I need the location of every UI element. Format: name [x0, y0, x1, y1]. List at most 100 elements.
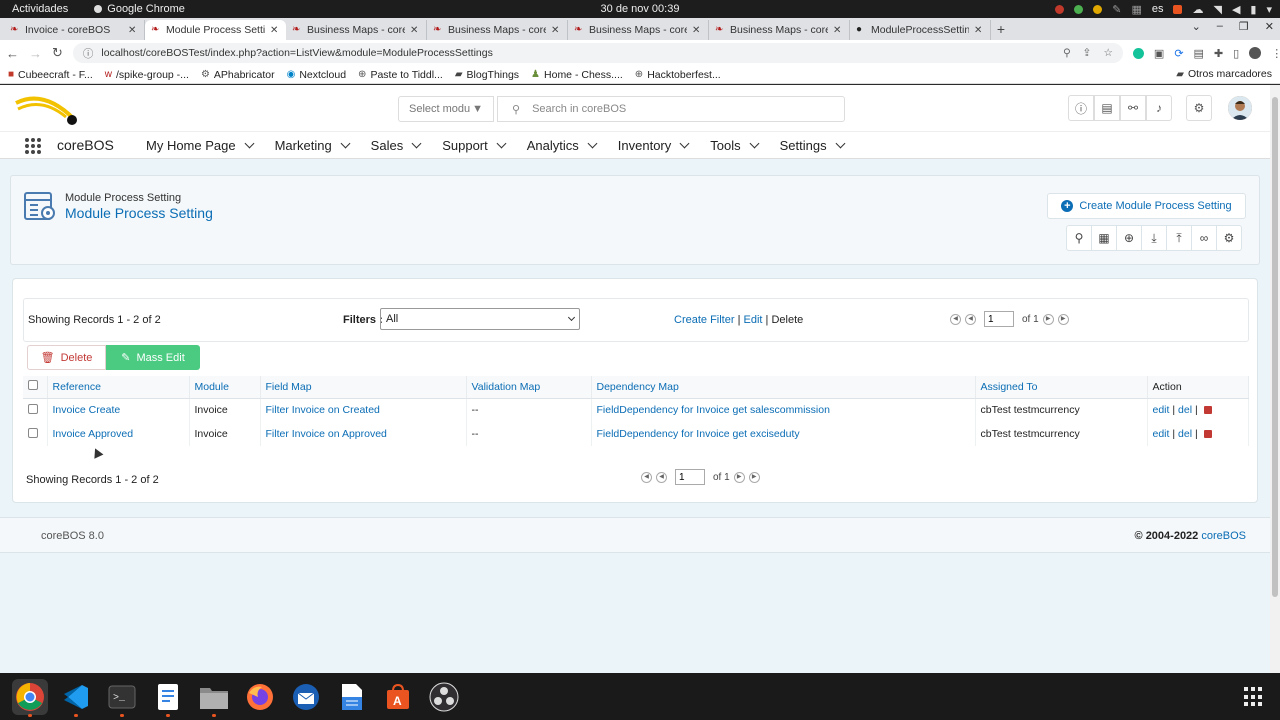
- dock-chrome[interactable]: [12, 678, 48, 717]
- globe-icon[interactable]: ⊕: [1116, 225, 1142, 251]
- prev-page-icon[interactable]: ◀: [656, 471, 667, 483]
- next-page-icon[interactable]: ▶: [733, 471, 745, 483]
- activities-button[interactable]: Actividades: [0, 3, 80, 15]
- volume-icon[interactable]: ◀: [1232, 3, 1240, 16]
- bookmark-item[interactable]: ▰ BlogThings: [455, 69, 519, 81]
- bookmark-item[interactable]: ⊕ Paste to Tiddl...: [358, 69, 443, 81]
- system-tray[interactable]: ✎ ▦ es ☁ ◥ ◀ ▮ ▾: [1055, 0, 1272, 18]
- dock-software-center[interactable]: A: [380, 679, 416, 715]
- link-icon[interactable]: ⚯: [1120, 95, 1146, 121]
- extension-icon-2[interactable]: ⟳: [1174, 47, 1183, 60]
- delete-button[interactable]: 🗑 Delete: [27, 345, 106, 370]
- share-icon[interactable]: ⇪: [1083, 47, 1092, 59]
- active-app-menu[interactable]: Google Chrome: [94, 3, 185, 15]
- column-reference[interactable]: Reference: [47, 376, 190, 399]
- calendar-icon[interactable]: ▦: [1091, 225, 1117, 251]
- dock-libreoffice-writer[interactable]: [334, 679, 370, 715]
- upload-icon[interactable]: ⤒: [1166, 225, 1192, 251]
- page-title[interactable]: Module Process Setting: [65, 205, 213, 221]
- search-icon[interactable]: ⚲: [1066, 225, 1092, 251]
- close-tab-icon[interactable]: ✕: [833, 25, 843, 36]
- extension-icon-1[interactable]: ▣: [1154, 47, 1164, 60]
- browser-tab-5[interactable]: ❧ Business Maps - core ✕: [709, 20, 850, 40]
- app-launcher-icon[interactable]: [25, 138, 41, 154]
- forward-icon[interactable]: →: [29, 46, 42, 61]
- settings-gear-icon[interactable]: ⚙: [1186, 95, 1212, 121]
- corebos-link[interactable]: coreBOS: [1201, 530, 1246, 542]
- close-tab-icon[interactable]: ✕: [692, 25, 702, 36]
- user-avatar[interactable]: [1228, 96, 1252, 120]
- last-page-icon[interactable]: ▶: [1057, 313, 1069, 325]
- nav-analytics[interactable]: Analytics: [527, 138, 598, 153]
- bookmark-star-icon[interactable]: ☆: [1103, 47, 1112, 59]
- delete-filter-link[interactable]: Delete: [771, 314, 803, 326]
- reference-link[interactable]: Invoice Approved: [53, 428, 134, 440]
- tray-app-icon[interactable]: [1055, 4, 1065, 14]
- create-module-process-setting-button[interactable]: + Create Module Process Setting: [1047, 193, 1246, 219]
- edit-filter-link[interactable]: Edit: [744, 314, 763, 326]
- browser-menu-icon[interactable]: ⋮: [1271, 47, 1280, 60]
- reload-icon[interactable]: ↻: [52, 45, 63, 61]
- create-filter-link[interactable]: Create Filter: [674, 314, 735, 326]
- row-checkbox[interactable]: [28, 427, 38, 438]
- dock-terminal[interactable]: >_: [104, 679, 140, 717]
- tray-update-icon[interactable]: [1173, 4, 1183, 14]
- corebos-logo[interactable]: [14, 91, 80, 127]
- nav-inventory[interactable]: Inventory: [618, 138, 690, 153]
- field-map-link[interactable]: Filter Invoice on Approved: [266, 428, 387, 440]
- new-tab-button[interactable]: +: [991, 20, 1011, 40]
- dock-firefox[interactable]: [242, 679, 278, 715]
- site-info-icon[interactable]: ⓘ: [83, 46, 94, 61]
- page-scrollbar[interactable]: [1270, 85, 1280, 673]
- bookmark-item[interactable]: w/spike-group -...: [105, 69, 189, 81]
- lock-icon[interactable]: [1203, 430, 1212, 438]
- info-icon[interactable]: ⓘ: [1068, 95, 1094, 121]
- column-field-map[interactable]: Field Map: [260, 376, 467, 399]
- browser-tab-6[interactable]: ● ModuleProcessSettin ✕: [850, 20, 991, 40]
- next-page-icon[interactable]: ▶: [1042, 313, 1054, 325]
- nav-tools[interactable]: Tools: [710, 138, 760, 153]
- first-page-icon[interactable]: ◀: [950, 313, 961, 325]
- dock-text-editor[interactable]: [150, 679, 186, 717]
- bookmark-item[interactable]: ♟ Home - Chess....: [531, 69, 623, 81]
- bell-icon[interactable]: ♪: [1146, 95, 1172, 121]
- close-tab-icon[interactable]: ✕: [410, 25, 420, 36]
- lock-icon[interactable]: [1203, 406, 1212, 415]
- bookmark-item[interactable]: ◉ Nextcloud: [287, 69, 346, 81]
- tray-check-icon[interactable]: [1074, 4, 1084, 14]
- other-bookmarks[interactable]: ▰ Otros marcadores: [1176, 68, 1272, 80]
- tab-search-icon[interactable]: ⌄: [1192, 20, 1201, 33]
- brand-name[interactable]: coreBOS: [57, 137, 114, 153]
- download-icon[interactable]: ⤓: [1141, 225, 1167, 251]
- page-number-input[interactable]: [675, 469, 705, 485]
- global-search-input[interactable]: ⚲ Search in coreBOS: [497, 96, 845, 122]
- close-tab-icon[interactable]: ✕: [551, 25, 561, 36]
- clipboard-icon[interactable]: ▤: [1094, 95, 1120, 121]
- last-page-icon[interactable]: ▶: [748, 471, 760, 483]
- side-panel-icon[interactable]: ▯: [1233, 47, 1239, 60]
- edit-link[interactable]: edit: [1153, 404, 1170, 416]
- column-validation-map[interactable]: Validation Map: [466, 376, 592, 399]
- first-page-icon[interactable]: ◀: [641, 471, 652, 483]
- browser-tab-2[interactable]: ❧ Business Maps - core ✕: [286, 20, 427, 40]
- profile-icon[interactable]: [1249, 47, 1262, 59]
- column-assigned-to[interactable]: Assigned To: [975, 376, 1148, 399]
- browser-tab-0[interactable]: ❧ Invoice - coreBOS ✕: [4, 20, 145, 40]
- scrollbar-thumb[interactable]: [1272, 97, 1278, 597]
- grammarly-extension-icon[interactable]: [1132, 47, 1144, 59]
- del-link[interactable]: del: [1178, 428, 1192, 440]
- bookmark-item[interactable]: ■ Cubeecraft - F...: [8, 69, 93, 81]
- nav-marketing[interactable]: Marketing: [275, 138, 351, 153]
- dock-vscode[interactable]: [58, 679, 94, 717]
- extension-icon-3[interactable]: ▤: [1194, 47, 1204, 60]
- reference-link[interactable]: Invoice Create: [53, 404, 121, 416]
- select-all-checkbox[interactable]: [28, 380, 38, 391]
- field-map-link[interactable]: Filter Invoice on Created: [266, 404, 380, 416]
- browser-tab-4[interactable]: ❧ Business Maps - core ✕: [568, 20, 709, 40]
- nav-support[interactable]: Support: [442, 138, 507, 153]
- wifi-icon[interactable]: ◥: [1213, 3, 1221, 16]
- edit-link[interactable]: edit: [1153, 428, 1170, 440]
- nav-my-home-page[interactable]: My Home Page: [146, 138, 255, 153]
- browser-tab-3[interactable]: ❧ Business Maps - core ✕: [427, 20, 568, 40]
- dock-thunderbird[interactable]: [288, 679, 324, 715]
